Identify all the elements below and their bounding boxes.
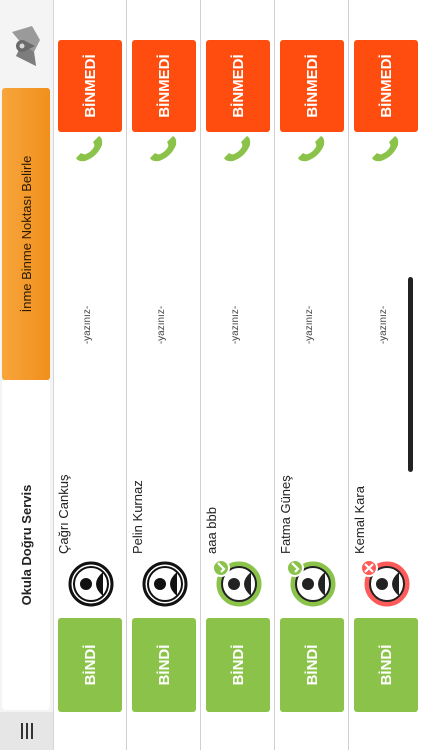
student-row: BİNDİ aaa bbb -yazınız- BİNMEDİ xyxy=(202,0,275,750)
student-row: BİNDİ Çağrı Cankuş -yazınız- BİNMEDİ xyxy=(54,0,127,750)
note-field[interactable]: -yazınız- xyxy=(230,270,241,380)
note-field[interactable]: -yazınız- xyxy=(156,270,167,380)
absent-button[interactable]: BİNMEDİ xyxy=(354,40,418,132)
note-field[interactable]: -yazınız- xyxy=(378,270,389,380)
student-name: Pelin Kurnaz xyxy=(130,480,145,554)
student-name: aaa bbb xyxy=(204,507,219,554)
absent-button[interactable]: BİNMEDİ xyxy=(58,40,122,132)
avatar-icon xyxy=(285,556,337,608)
student-name: Çağrı Cankuş xyxy=(56,474,71,554)
menu-button[interactable] xyxy=(0,712,53,750)
scrollbar[interactable] xyxy=(408,277,413,472)
board-button[interactable]: BİNDİ xyxy=(58,618,122,712)
student-name: Kemal Kara xyxy=(352,486,367,554)
avatar-icon xyxy=(211,556,263,608)
board-button[interactable]: BİNDİ xyxy=(132,618,196,712)
note-field[interactable]: -yazınız- xyxy=(304,270,315,380)
app-screen: Okula Doğru Servis İnme Binme Noktası Be… xyxy=(0,0,422,750)
absent-button[interactable]: BİNMEDİ xyxy=(206,40,270,132)
phone-icon[interactable] xyxy=(146,132,180,166)
board-button[interactable]: BİNDİ xyxy=(206,618,270,712)
top-bar: Okula Doğru Servis İnme Binme Noktası Be… xyxy=(0,0,54,750)
hamburger-icon xyxy=(20,723,33,739)
absent-button[interactable]: BİNMEDİ xyxy=(132,40,196,132)
student-name: Fatma Güneş xyxy=(278,475,293,554)
phone-icon[interactable] xyxy=(72,132,106,166)
avatar-icon xyxy=(63,556,115,608)
avatar-icon xyxy=(359,556,411,608)
phone-icon[interactable] xyxy=(294,132,328,166)
absent-button[interactable]: BİNMEDİ xyxy=(280,40,344,132)
page-title: Okula Doğru Servis xyxy=(2,380,50,710)
student-row: BİNDİ Fatma Güneş -yazınız- BİNMEDİ xyxy=(276,0,349,750)
set-stop-point-button[interactable]: İnme Binme Noktası Belirle xyxy=(2,88,50,380)
student-row: BİNDİ Pelin Kurnaz -yazınız- BİNMEDİ xyxy=(128,0,201,750)
map-pin-icon[interactable] xyxy=(4,10,48,82)
note-field[interactable]: -yazınız- xyxy=(82,270,93,380)
board-button[interactable]: BİNDİ xyxy=(280,618,344,712)
board-button[interactable]: BİNDİ xyxy=(354,618,418,712)
phone-icon[interactable] xyxy=(220,132,254,166)
avatar-icon xyxy=(137,556,189,608)
phone-icon[interactable] xyxy=(368,132,402,166)
